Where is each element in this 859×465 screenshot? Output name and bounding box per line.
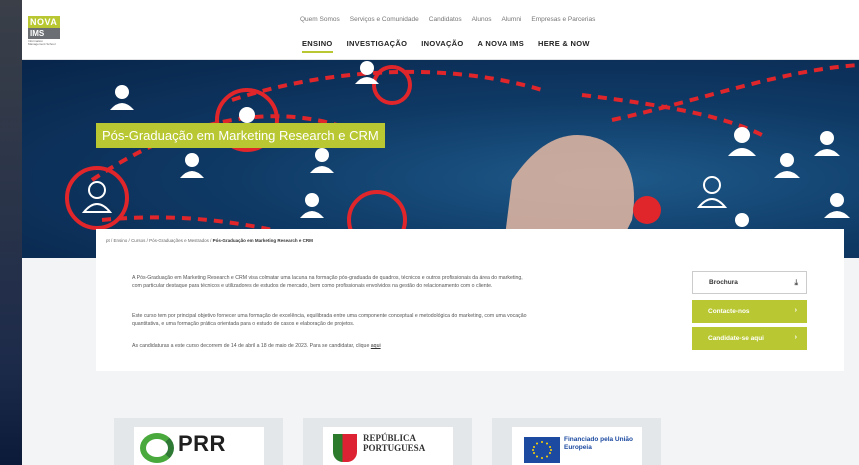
nav-a-nova-ims[interactable]: A NOVA IMS xyxy=(478,39,524,53)
logo-ims: IMS xyxy=(28,28,60,39)
breadcrumb-ensino[interactable]: Ensino xyxy=(114,238,128,243)
funding-logos: PRR REPÚBLICA PORTUGUESA Financiado pela… xyxy=(114,418,661,465)
topnav-candidatos[interactable]: Candidatos xyxy=(429,16,462,23)
prr-logo: PRR xyxy=(134,427,264,465)
breadcrumb-cursos[interactable]: Cursos xyxy=(131,238,145,243)
republica-portuguesa-logo: REPÚBLICA PORTUGUESA xyxy=(323,427,453,465)
contact-button[interactable]: Contacte-nos › xyxy=(692,300,807,323)
chevron-right-icon: › xyxy=(794,334,797,341)
web-page: NOVA IMS Information Management School Q… xyxy=(22,0,859,465)
nav-here-now[interactable]: HERE & NOW xyxy=(538,39,590,53)
desktop-backdrop xyxy=(0,0,22,465)
prr-logo-box: PRR xyxy=(114,418,283,465)
applications-text: As candidaturas a este curso decorrem de… xyxy=(132,343,370,349)
nav-investigacao[interactable]: INVESTIGAÇÃO xyxy=(347,39,408,53)
eu-stars-icon xyxy=(532,441,552,459)
brochure-label: Brochura xyxy=(709,279,738,286)
republica-text: REPÚBLICA PORTUGUESA xyxy=(363,433,426,453)
screen: NOVA IMS Information Management School Q… xyxy=(0,0,859,465)
eu-text: Financiado pela União Europeia xyxy=(564,436,633,451)
breadcrumb-pos-graduacoes[interactable]: Pós-Graduações e Mestrados xyxy=(149,238,209,243)
applications-paragraph: As candidaturas a este curso decorrem de… xyxy=(132,342,532,350)
topnav-alunos[interactable]: Alunos xyxy=(472,16,492,23)
topnav-empresas[interactable]: Empresas e Parcerias xyxy=(531,16,595,23)
content-card: pt / Ensino / Cursos / Pós-Graduações e … xyxy=(96,229,844,371)
apply-here-link[interactable]: aqui xyxy=(371,343,381,349)
breadcrumb: pt / Ensino / Cursos / Pós-Graduações e … xyxy=(106,238,313,243)
logo-subtitle: Information Management School xyxy=(28,39,56,46)
topnav-servicos[interactable]: Serviços e Comunidade xyxy=(350,16,419,23)
logo-nova: NOVA xyxy=(28,16,60,28)
topnav-quem-somos[interactable]: Quem Somos xyxy=(300,16,340,23)
brochure-download-button[interactable]: Brochura ⤓ xyxy=(692,271,807,294)
hero-title: Pós-Graduação em Marketing Research e CR… xyxy=(96,123,385,148)
chevron-right-icon: › xyxy=(794,307,797,314)
prr-text: PRR xyxy=(178,431,226,456)
download-icon: ⤓ xyxy=(794,278,798,287)
contact-label: Contacte-nos xyxy=(708,308,750,315)
eu-logo-box: Financiado pela União Europeia xyxy=(492,418,661,465)
portugal-shield-icon xyxy=(333,434,357,462)
republica-logo-box: REPÚBLICA PORTUGUESA xyxy=(303,418,472,465)
top-nav: Quem Somos Serviços e Comunidade Candida… xyxy=(300,16,595,23)
eu-funding-logo: Financiado pela União Europeia xyxy=(512,427,642,465)
main-nav: ENSINO INVESTIGAÇÃO INOVAÇÃO A NOVA IMS … xyxy=(302,39,590,53)
site-header: NOVA IMS Information Management School Q… xyxy=(22,0,859,60)
nav-inovacao[interactable]: INOVAÇÃO xyxy=(421,39,463,53)
apply-label: Candidate-se aqui xyxy=(708,335,764,342)
breadcrumb-home[interactable]: pt xyxy=(106,238,110,243)
intro-paragraph: A Pós-Graduação em Marketing Research e … xyxy=(132,275,523,290)
apply-button[interactable]: Candidate-se aqui › xyxy=(692,327,807,350)
prr-mark-icon xyxy=(140,433,174,463)
topnav-alumni[interactable]: Alumni xyxy=(502,16,522,23)
nova-ims-logo[interactable]: NOVA IMS Information Management School xyxy=(28,16,60,52)
nav-ensino[interactable]: ENSINO xyxy=(302,39,333,53)
breadcrumb-current: Pós-Graduação em Marketing Research e CR… xyxy=(212,238,313,243)
objective-paragraph: Este curso tem por principal objetivo fo… xyxy=(132,313,527,328)
